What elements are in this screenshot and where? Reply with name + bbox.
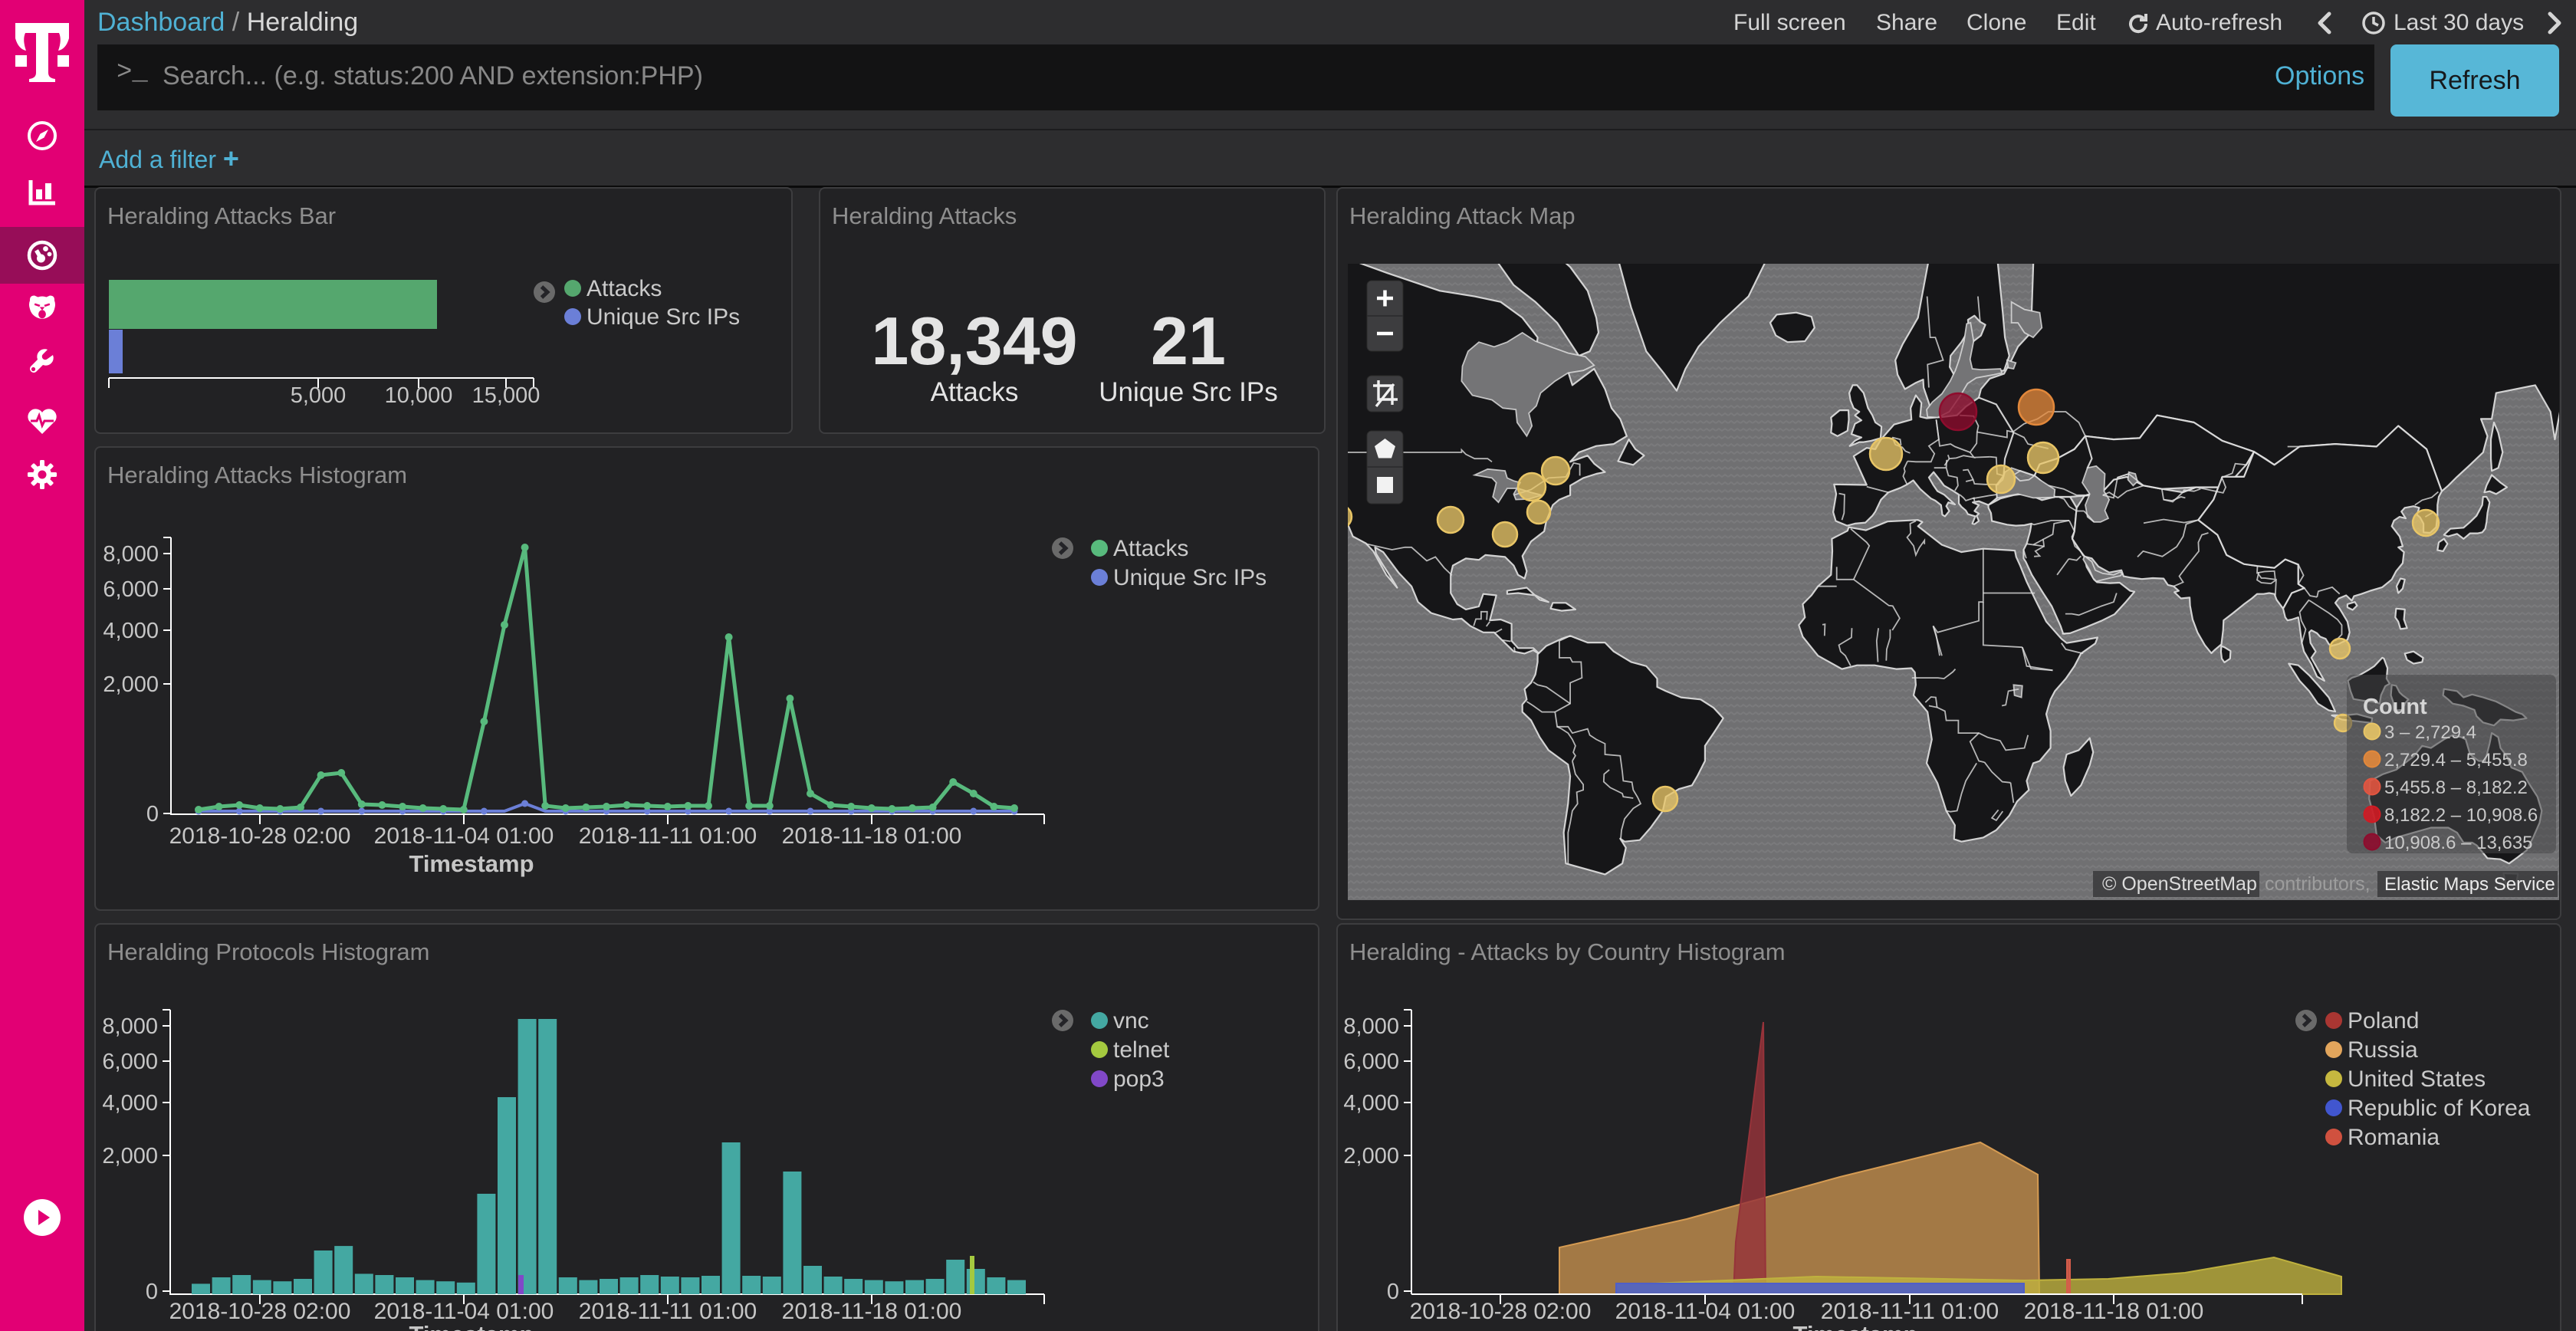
svg-text:10,000: 10,000: [385, 383, 453, 408]
svg-text:Attacks: Attacks: [1113, 536, 1188, 561]
svg-text:2,729.4 – 5,455.8: 2,729.4 – 5,455.8: [2384, 750, 2528, 771]
svg-text:vnc: vnc: [1113, 1008, 1149, 1034]
svg-text:6,000: 6,000: [103, 577, 159, 602]
svg-text:2,000: 2,000: [102, 1144, 158, 1168]
svg-text:2018-11-11 01:00: 2018-11-11 01:00: [579, 823, 757, 849]
svg-text:3 – 2,729.4: 3 – 2,729.4: [2384, 722, 2476, 743]
svg-text:2018-11-18 01:00: 2018-11-18 01:00: [2024, 1299, 2204, 1324]
svg-text:Poland: Poland: [2348, 1008, 2419, 1034]
svg-text:Count: Count: [2363, 695, 2427, 719]
svg-text:pop3: pop3: [1113, 1066, 1165, 1092]
svg-text:0: 0: [1387, 1280, 1399, 1304]
svg-text:2,000: 2,000: [1343, 1144, 1399, 1168]
svg-text:2018-10-28 02:00: 2018-10-28 02:00: [169, 823, 351, 849]
svg-text:4,000: 4,000: [102, 1091, 158, 1116]
svg-text:2018-11-11 01:00: 2018-11-11 01:00: [579, 1299, 757, 1324]
svg-text:2018-11-18 01:00: 2018-11-18 01:00: [782, 823, 962, 849]
svg-text:2,000: 2,000: [103, 672, 159, 697]
svg-text:Timestamp: Timestamp: [409, 850, 534, 877]
svg-text:2018-11-18 01:00: 2018-11-18 01:00: [782, 1299, 962, 1324]
svg-text:2018-10-28 02:00: 2018-10-28 02:00: [1410, 1299, 1592, 1324]
svg-text:2018-11-04 01:00: 2018-11-04 01:00: [374, 823, 554, 849]
svg-text:6,000: 6,000: [102, 1050, 158, 1074]
svg-text:2018-11-04 01:00: 2018-11-04 01:00: [1615, 1299, 1796, 1324]
svg-text:contributors,: contributors,: [2265, 873, 2371, 895]
svg-text:© OpenStreetMap: © OpenStreetMap: [2102, 873, 2257, 895]
svg-text:Unique Src IPs: Unique Src IPs: [586, 304, 740, 330]
svg-text:telnet: telnet: [1113, 1037, 1170, 1063]
svg-text:Republic of Korea: Republic of Korea: [2348, 1096, 2531, 1121]
svg-text:0: 0: [146, 802, 159, 827]
svg-text:Unique Src IPs: Unique Src IPs: [1113, 565, 1267, 590]
svg-text:Timestamp: Timestamp: [1792, 1321, 1917, 1331]
svg-text:8,000: 8,000: [1343, 1014, 1399, 1039]
svg-text:15,000: 15,000: [472, 383, 540, 408]
svg-text:2018-10-28 02:00: 2018-10-28 02:00: [169, 1299, 351, 1324]
svg-text:5,455.8 – 8,182.2: 5,455.8 – 8,182.2: [2384, 777, 2528, 798]
svg-text:Elastic Maps Service: Elastic Maps Service: [2384, 874, 2555, 895]
svg-text:Romania: Romania: [2348, 1125, 2440, 1150]
svg-text:4,000: 4,000: [1343, 1091, 1399, 1116]
svg-text:Attacks: Attacks: [586, 276, 662, 301]
svg-text:5,000: 5,000: [291, 383, 347, 408]
svg-text:United States: United States: [2348, 1066, 2486, 1092]
svg-text:8,182.2 – 10,908.6: 8,182.2 – 10,908.6: [2384, 805, 2538, 826]
svg-text:Timestamp: Timestamp: [409, 1321, 534, 1331]
svg-text:10,908.6 – 13,635: 10,908.6 – 13,635: [2384, 833, 2533, 853]
svg-text:6,000: 6,000: [1343, 1050, 1399, 1074]
svg-text:8,000: 8,000: [102, 1014, 158, 1039]
svg-text:Russia: Russia: [2348, 1037, 2418, 1063]
svg-text:4,000: 4,000: [103, 619, 159, 643]
svg-text:8,000: 8,000: [103, 542, 159, 567]
svg-text:0: 0: [146, 1280, 158, 1304]
